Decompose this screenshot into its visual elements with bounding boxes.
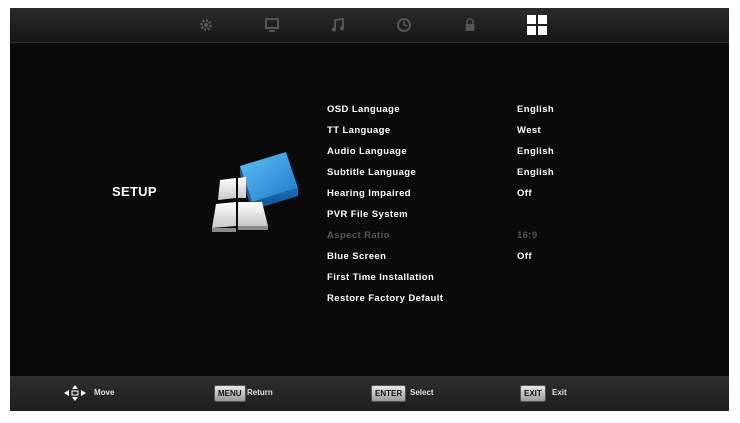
tab-display[interactable] <box>252 8 292 42</box>
menu-item-blue-screen[interactable]: Blue Screen Off <box>327 247 647 268</box>
menu-item-value: Off <box>517 251 532 262</box>
menu-item-label: Restore Factory Default <box>327 293 444 304</box>
menu-item-label: TT Language <box>327 125 391 136</box>
hint-return-label: Return <box>247 388 273 397</box>
tab-lock[interactable] <box>450 8 490 42</box>
hint-move-label: Move <box>94 388 115 397</box>
menu-item-first-time-installation[interactable]: First Time Installation <box>327 268 647 289</box>
footer-hint-bar: Move MENU Return ENTER Select EXIT Exit <box>10 376 729 411</box>
hint-exit-label: Exit <box>552 388 567 397</box>
tab-sound[interactable] <box>318 8 358 42</box>
menu-item-value: Off <box>517 188 532 199</box>
menu-item-value: English <box>517 146 555 157</box>
menu-item-label: Audio Language <box>327 146 408 157</box>
menu-item-hearing-impaired[interactable]: Hearing Impaired Off <box>327 184 647 205</box>
menu-tab-bar <box>10 8 729 42</box>
menu-item-aspect-ratio: Aspect Ratio 16:9 <box>327 226 647 247</box>
menu-item-label: Hearing Impaired <box>327 188 412 199</box>
menu-item-restore-factory-default[interactable]: Restore Factory Default <box>327 289 647 310</box>
menu-item-label: Subtitle Language <box>327 167 417 178</box>
menu-item-label: First Time Installation <box>327 272 435 283</box>
gear-icon <box>200 19 212 31</box>
menu-item-tt-language[interactable]: TT Language West <box>327 121 647 142</box>
hint-select-label: Select <box>410 388 434 397</box>
section-title: SETUP <box>112 184 157 199</box>
menu-item-label: OSD Language <box>327 104 400 115</box>
menu-key: MENU <box>214 385 246 402</box>
arrows-icon <box>64 385 86 401</box>
setup-grid-icon <box>527 15 547 35</box>
menu-item-value: English <box>517 167 555 178</box>
menu-item-value: West <box>517 125 542 136</box>
menu-item-label: Aspect Ratio <box>327 230 390 241</box>
music-note-icon <box>332 17 344 32</box>
menu-item-osd-language[interactable]: OSD Language English <box>327 100 647 121</box>
divider <box>10 42 729 43</box>
tab-picture[interactable] <box>186 8 226 42</box>
menu-item-label: Blue Screen <box>327 251 387 262</box>
tab-setup[interactable] <box>517 8 557 42</box>
menu-item-value: 16:9 <box>517 230 538 241</box>
tv-screen: SETUP OSD Language English TT Language W… <box>10 8 729 411</box>
monitor-icon <box>265 18 279 32</box>
menu-item-label: PVR File System <box>327 209 408 220</box>
menu-item-pvr-file-system[interactable]: PVR File System <box>327 205 647 226</box>
tab-time[interactable] <box>384 8 424 42</box>
exit-key: EXIT <box>520 385 546 402</box>
menu-item-subtitle-language[interactable]: Subtitle Language English <box>327 163 647 184</box>
menu-item-value: English <box>517 104 555 115</box>
setup-menu: OSD Language English TT Language West Au… <box>327 100 647 310</box>
setup-logo-icon <box>212 152 298 232</box>
menu-item-audio-language[interactable]: Audio Language English <box>327 142 647 163</box>
clock-icon <box>397 18 411 32</box>
enter-key: ENTER <box>371 385 407 402</box>
lock-icon <box>465 18 475 31</box>
